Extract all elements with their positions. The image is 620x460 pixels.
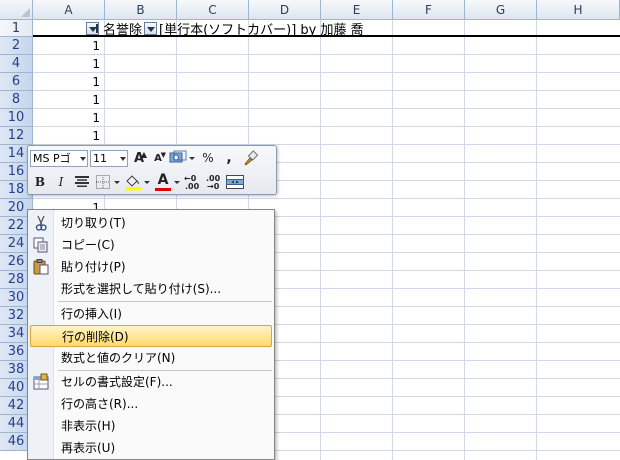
cell-a4[interactable]: 1 [34,56,100,73]
bold-button[interactable]: B [30,172,50,192]
menu-item-insert-row[interactable]: 行の挿入(I) [30,303,272,325]
menu-item-clear-contents[interactable]: 数式と値のクリア(N) [30,347,272,369]
merge-cells-icon [226,175,244,189]
number-format-button[interactable] [168,148,188,168]
select-all-corner[interactable] [0,0,33,20]
borders-button[interactable] [93,172,113,192]
font-name-combo[interactable]: MS Pゴ [30,149,88,167]
font-size-combo[interactable]: 11 [90,149,128,167]
column-header-d[interactable]: D [249,0,321,20]
menu-item-hide[interactable]: 非表示(H) [30,415,272,437]
currency-format-icon [169,150,187,163]
italic-button[interactable]: I [51,172,71,192]
paintbrush-icon [244,150,259,166]
italic-icon: I [58,175,64,189]
menu-item-label: 貼り付け(P) [61,260,126,274]
merge-center-button[interactable] [225,172,245,192]
font-color-icon: A [157,172,169,188]
scissors-icon [32,214,50,232]
font-name-value: MS Pゴ [33,152,71,165]
font-color-button[interactable]: A [153,172,173,192]
increase-decimal-button[interactable]: ←0 .00 [183,172,203,192]
row-header-4[interactable]: 4 [0,55,33,73]
percent-style-button[interactable]: % [198,148,218,168]
chevron-down-icon[interactable] [189,148,196,168]
menu-item-label: 再表示(U) [61,441,116,455]
menu-item-label: 行の高さ(R)... [61,397,139,411]
row-header-12[interactable]: 12 [0,127,33,145]
comma-icon: , [226,150,232,166]
align-center-icon [75,176,89,187]
column-header-e[interactable]: E [321,0,393,20]
chevron-down-icon[interactable] [118,151,127,166]
mini-toolbar-row-2: B I A ←0 .00 .00 →0 [30,171,246,193]
comma-style-button[interactable]: , [219,148,239,168]
column-header-g[interactable]: G [465,0,537,20]
format-painter-button[interactable] [240,148,260,168]
increase-decimal-icon: .00 [185,182,200,191]
menu-item-label: セルの書式設定(F)... [61,375,173,389]
menu-item-paste-special[interactable]: 形式を選択して貼り付け(S)... [30,278,272,300]
cell-a8[interactable]: 1 [34,92,100,109]
font-size-value: 11 [93,151,107,165]
shrink-font-button[interactable]: A ▼ [149,148,167,168]
chevron-down-icon[interactable] [144,172,151,192]
mini-toolbar-row-1: MS Pゴ 11 A ▲ A ▼ % , [30,147,261,169]
row-header-8[interactable]: 8 [0,91,33,109]
row1-bottom-border [33,35,620,37]
menu-item-delete-row[interactable]: 行の削除(D) [30,325,272,347]
row-header-6[interactable]: 6 [0,73,33,91]
paste-icon [32,258,50,276]
copy-icon [32,236,50,254]
grow-font-button[interactable]: A ▲ [130,148,148,168]
menu-separator [58,301,272,302]
chevron-down-icon[interactable] [78,151,87,166]
menu-item-cut[interactable]: 切り取り(T) [30,212,272,234]
menu-item-paste[interactable]: 貼り付け(P) [30,256,272,278]
menu-item-label: 形式を選択して貼り付け(S)... [61,282,222,296]
mini-toolbar: MS Pゴ 11 A ▲ A ▼ % , B I A ←0 .00 .00 →0 [27,145,277,195]
row-header-2[interactable]: 2 [0,37,33,55]
column-header-b[interactable]: B [105,0,177,20]
menu-item-label: 切り取り(T) [61,216,126,230]
menu-item-label: 行の挿入(I) [61,307,122,321]
menu-item-format-cells[interactable]: セルの書式設定(F)... [30,371,272,393]
menu-item-label: コピー(C) [61,238,115,252]
menu-item-unhide[interactable]: 再表示(U) [30,437,272,459]
column-header-f[interactable]: F [393,0,465,20]
bold-icon: B [34,175,46,189]
format-cells-icon [32,373,50,391]
chevron-down-icon[interactable] [114,172,121,192]
autofilter-dropdown[interactable] [144,21,158,35]
chevron-down-icon[interactable] [174,172,181,192]
row-header-10[interactable]: 10 [0,109,33,127]
fill-color-button[interactable] [123,172,143,192]
autofilter-active-dropdown[interactable] [86,21,99,35]
menu-item-label: 行の削除(D) [62,330,129,344]
column-header-h[interactable]: H [537,0,620,20]
percent-icon: % [202,151,214,165]
context-menu: 切り取り(T) コピー(C) 貼り付け(P) 形式を選択して貼り付け(S)...… [27,209,275,460]
center-align-button[interactable] [72,172,92,192]
cell-a12[interactable]: 1 [34,128,100,145]
column-header-c[interactable]: C [177,0,249,20]
border-grid-icon [96,175,110,189]
cell-a6[interactable]: 1 [34,74,100,91]
menu-item-row-height[interactable]: 行の高さ(R)... [30,393,272,415]
row-header-1[interactable]: 1 [0,20,33,37]
cell-a10[interactable]: 1 [34,110,100,127]
paint-bucket-icon [125,175,141,191]
menu-item-label: 非表示(H) [61,419,116,433]
column-header-a[interactable]: A [33,0,105,20]
menu-item-label: 数式と値のクリア(N) [61,351,176,365]
menu-item-copy[interactable]: コピー(C) [30,234,272,256]
decrease-decimal-button[interactable]: .00 →0 [204,172,224,192]
row1-content: 名誉除 [単行本(ソフトカバー)] by 加藤 喬 [86,20,364,38]
cell-a2[interactable]: 1 [34,38,100,55]
